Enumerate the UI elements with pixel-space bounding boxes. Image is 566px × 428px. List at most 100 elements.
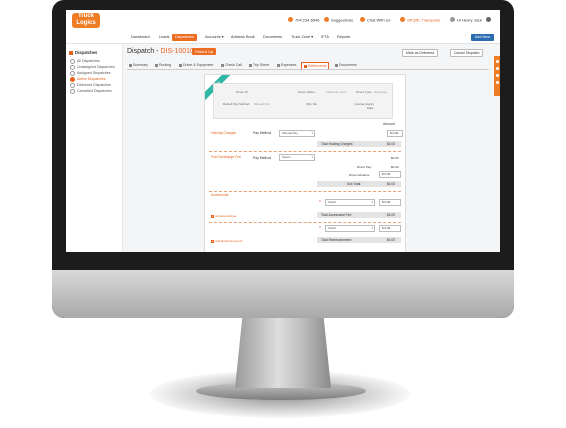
- license-expiry-label: License Expiry Date:: [354, 102, 374, 110]
- tool-icon[interactable]: [495, 60, 499, 63]
- plus-icon: +: [211, 239, 214, 243]
- chat-icon: [360, 17, 365, 23]
- reimbursement-select[interactable]: Select ▾: [325, 225, 375, 232]
- hauling-amount-input[interactable]: $ 0.00: [387, 130, 403, 137]
- driver-pay-value: $0.00: [391, 165, 399, 169]
- driver-type-label: Driver Type:: [356, 90, 373, 94]
- cdl-label: CDL No:: [306, 102, 318, 106]
- fuel-value: $0.00: [391, 156, 399, 160]
- dispatch-icon: [69, 50, 73, 55]
- nav-address-book[interactable]: Address Book: [228, 34, 258, 41]
- user-icon: [450, 17, 455, 23]
- tab-driver-equipment[interactable]: Driver & Equipment: [177, 62, 215, 68]
- app-logo[interactable]: Truck Logics: [72, 13, 100, 28]
- cancel-dispatch-button[interactable]: Cancel Dispatch: [450, 49, 484, 57]
- truck-icon: [400, 17, 405, 23]
- accessorial-label: Accessorial: [211, 193, 229, 197]
- nav-dashboard[interactable]: Dashboard: [128, 34, 153, 41]
- monitor-stand-neck: [235, 314, 331, 388]
- chevron-down-icon: ▾: [371, 200, 373, 204]
- document-icon: [335, 63, 338, 67]
- remove-icon[interactable]: ×: [319, 199, 321, 203]
- expense-icon: [277, 63, 280, 67]
- total-accessorial-row: Total Accessorial Fee: $0.00: [317, 212, 401, 218]
- driver-type-value: Employee: [374, 90, 388, 94]
- driver-info-box: Driver ID: Driver Name: Lawrence Jerry D…: [213, 83, 393, 119]
- nav-dispatches[interactable]: Dispatches: [172, 34, 197, 41]
- tab-check-call[interactable]: Check Call: [219, 62, 244, 68]
- mark-delivered-button[interactable]: Mark as Delivered: [402, 49, 439, 57]
- plus-icon: +: [211, 214, 214, 218]
- tab-routing[interactable]: Routing: [153, 62, 173, 68]
- nav-ifta[interactable]: IFTA: [318, 34, 332, 41]
- company-switcher[interactable]: SPQRL Transports: [400, 17, 440, 23]
- nav-truck-zone[interactable]: Truck Zone ▾: [288, 34, 316, 41]
- pay-method-label: Pay Method: [253, 131, 272, 135]
- user-menu[interactable]: Hi Henry Jack: [450, 17, 482, 23]
- section-divider: [209, 151, 401, 152]
- reimbursement-amount-input[interactable]: $ 0.00: [379, 225, 401, 232]
- truck-icon: [179, 63, 182, 67]
- list-icon: [129, 63, 132, 67]
- sidebar-item-cancelled[interactable]: Cancelled Dispatches: [70, 88, 115, 94]
- chat-link[interactable]: Chat With Us: [360, 17, 391, 23]
- total-reimbursement-row: Total Reimbursement: $0.00: [317, 237, 401, 243]
- tool-icon[interactable]: [495, 81, 499, 84]
- add-accessorial-button[interactable]: + Accessorial Fee: [211, 214, 236, 218]
- default-pay-label: Default Pay Method:: [222, 102, 250, 106]
- sidebar-list: All Dispatches Unassigned Dispatches Ass…: [70, 58, 115, 94]
- driver-advance-input[interactable]: $ 0.00: [379, 171, 401, 178]
- settlement-panel: NEW Driver ID: Driver Name: Lawrence Jer…: [204, 74, 406, 252]
- tab-expenses[interactable]: Expenses: [275, 62, 298, 68]
- floating-toolbar[interactable]: [494, 56, 500, 96]
- driver-name-label: Driver Name:: [298, 90, 316, 94]
- section-divider-3: [209, 222, 401, 223]
- nav-reports[interactable]: Reports: [334, 34, 353, 41]
- fuel-surcharge-label: Fuel Surcharge Fee: [211, 155, 241, 159]
- default-pay-value: Manual Pay: [254, 102, 270, 106]
- nav-leads[interactable]: Leads: [156, 34, 172, 41]
- chevron-down-icon: ▾: [311, 155, 313, 159]
- driver-id-label: Driver ID:: [236, 90, 249, 94]
- subtotal-row: Sub Total: $0.00: [317, 181, 401, 187]
- tab-documents[interactable]: Documents: [333, 62, 359, 68]
- main-nav: Dashboard Leads Dispatches Accounts ▾ Ad…: [66, 32, 500, 44]
- add-reimbursement-button[interactable]: + Add Reimbursement: [211, 239, 242, 243]
- page-title: Dispatch - DIS-10010: [127, 48, 194, 55]
- top-bar: Truck Logics 704.234.6946 Suggestions Ch…: [66, 10, 500, 33]
- driver-name-value: Lawrence Jerry: [326, 90, 347, 94]
- phone-link[interactable]: 704.234.6946: [288, 17, 319, 23]
- map-pin-icon: [221, 63, 224, 67]
- remove-icon[interactable]: ×: [319, 225, 321, 229]
- total-hauling-row: Total Hauling Charges: $0.00: [317, 141, 401, 147]
- sheet-icon: [249, 63, 252, 67]
- add-new-button[interactable]: Add New: [470, 34, 494, 41]
- app-screen: Truck Logics 704.234.6946 Suggestions Ch…: [66, 10, 500, 252]
- nav-accounts[interactable]: Accounts ▾: [202, 34, 227, 41]
- fuel-pay-method-select[interactable]: Select ▾: [279, 154, 315, 161]
- sidebar: Dispatches All Dispatches Unassigned Dis…: [66, 44, 123, 252]
- tab-trip-sheet[interactable]: Trip Sheet: [247, 62, 271, 68]
- lightbulb-icon: [324, 17, 329, 23]
- status-badge: Picked Up: [192, 48, 217, 55]
- tab-summary[interactable]: Summary: [127, 62, 150, 68]
- accessorial-select[interactable]: Select ▾: [325, 199, 375, 206]
- section-divider-2: [209, 191, 401, 192]
- amount-header: Amount: [383, 122, 395, 126]
- tab-settlements[interactable]: Settlements: [301, 62, 330, 69]
- settings-gear-icon[interactable]: [486, 17, 493, 23]
- suggestions-link[interactable]: Suggestions: [324, 17, 353, 23]
- tool-icon[interactable]: [495, 67, 499, 70]
- monitor-chin: [52, 270, 514, 318]
- accessorial-amount-input[interactable]: $ 0.00: [379, 199, 401, 206]
- sidebar-heading[interactable]: Dispatches: [69, 50, 97, 55]
- chevron-down-icon: ▾: [311, 131, 313, 135]
- phone-icon: [288, 17, 293, 23]
- pay-method-label-2: Pay Method: [253, 156, 272, 160]
- pay-method-select[interactable]: Manual Pay ▾: [279, 130, 315, 137]
- tool-icon[interactable]: [495, 74, 499, 77]
- nav-documents[interactable]: Documents: [260, 34, 285, 41]
- main-content: Dispatch - DIS-10010 Picked Up Mark as D…: [124, 44, 500, 252]
- money-icon: [304, 64, 307, 68]
- hauling-charges-label: Hauling Charges: [211, 131, 237, 135]
